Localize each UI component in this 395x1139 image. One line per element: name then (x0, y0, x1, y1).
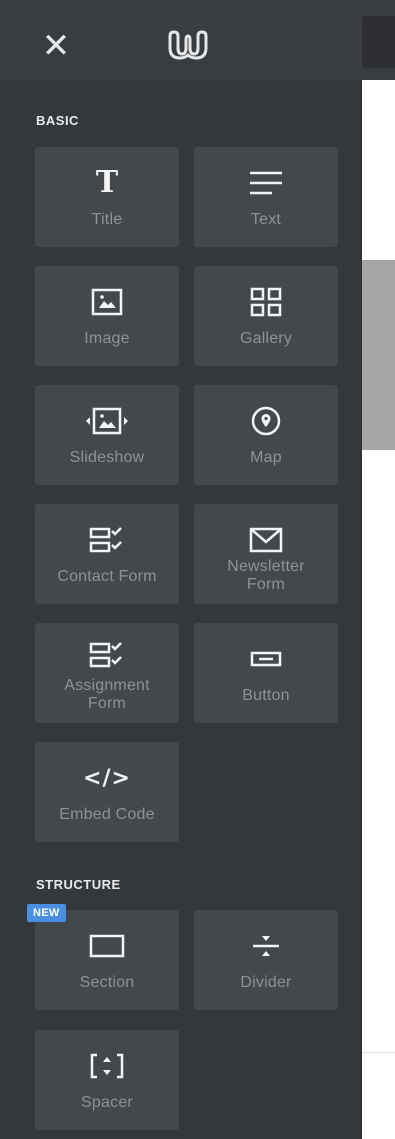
element-gallery[interactable]: Gallery (194, 266, 338, 366)
element-spacer[interactable]: Spacer (35, 1030, 179, 1130)
element-section[interactable]: NEW Section (27, 904, 179, 1010)
element-title[interactable]: T Title (35, 147, 179, 247)
element-newsletter-form-label: Newsletter Form (198, 558, 334, 594)
gallery-grid-icon (194, 286, 338, 318)
assignment-label-line1: Assignment (64, 677, 150, 694)
assignment-label-line2: Form (87, 695, 127, 712)
toolbar-stub (362, 16, 395, 68)
element-assignment-form-label: Assignment Form (39, 677, 175, 713)
new-badge: NEW (27, 904, 66, 922)
element-embed-code-label: Embed Code (59, 806, 155, 823)
element-text[interactable]: Text (194, 147, 338, 247)
element-section-label: Section (79, 974, 135, 991)
element-text-label: Text (250, 211, 282, 228)
element-map-label: Map (250, 449, 282, 466)
envelope-icon (194, 524, 338, 556)
weebly-logo-icon[interactable] (166, 30, 210, 60)
section-rect-icon (35, 930, 179, 962)
element-embed-code[interactable]: </> Embed Code (35, 742, 179, 842)
newsletter-label-line2: Form (246, 576, 286, 593)
element-divider[interactable]: Divider (194, 910, 338, 1010)
top-bar: ✕ (0, 0, 395, 80)
element-image[interactable]: Image (35, 266, 179, 366)
element-assignment-form[interactable]: Assignment Form (35, 623, 179, 723)
canvas-divider-line (362, 1052, 395, 1053)
section-title-basic: BASIC (36, 113, 79, 128)
spacer-icon (35, 1050, 179, 1082)
form-checklist-icon (35, 524, 179, 556)
form-checklist-icon (35, 639, 179, 671)
button-icon (194, 643, 338, 675)
map-pin-icon (194, 405, 338, 437)
element-divider-label: Divider (240, 974, 292, 991)
element-map[interactable]: Map (194, 385, 338, 485)
elements-panel: BASIC T Title Text Image Gallery Slidesh… (0, 80, 362, 1139)
title-icon: T (95, 165, 119, 200)
element-button[interactable]: Button (194, 623, 338, 723)
close-icon[interactable]: ✕ (36, 26, 76, 66)
canvas-image-block (362, 260, 395, 450)
element-button-label: Button (242, 687, 290, 704)
element-gallery-label: Gallery (239, 330, 293, 347)
divider-icon (194, 930, 338, 962)
newsletter-label-line1: Newsletter (227, 558, 305, 575)
section-title-structure: STRUCTURE (36, 877, 121, 892)
element-spacer-label: Spacer (81, 1094, 133, 1111)
slideshow-icon (35, 405, 179, 437)
element-slideshow[interactable]: Slideshow (35, 385, 179, 485)
element-contact-form-label: Contact Form (57, 568, 157, 585)
element-slideshow-label: Slideshow (69, 449, 145, 466)
text-lines-icon (194, 167, 338, 199)
element-image-label: Image (84, 330, 130, 347)
element-contact-form[interactable]: Contact Form (35, 504, 179, 604)
element-newsletter-form[interactable]: Newsletter Form (194, 504, 338, 604)
image-icon (35, 286, 179, 318)
code-brackets-icon: </> (83, 765, 131, 791)
element-title-label: Title (91, 211, 123, 228)
